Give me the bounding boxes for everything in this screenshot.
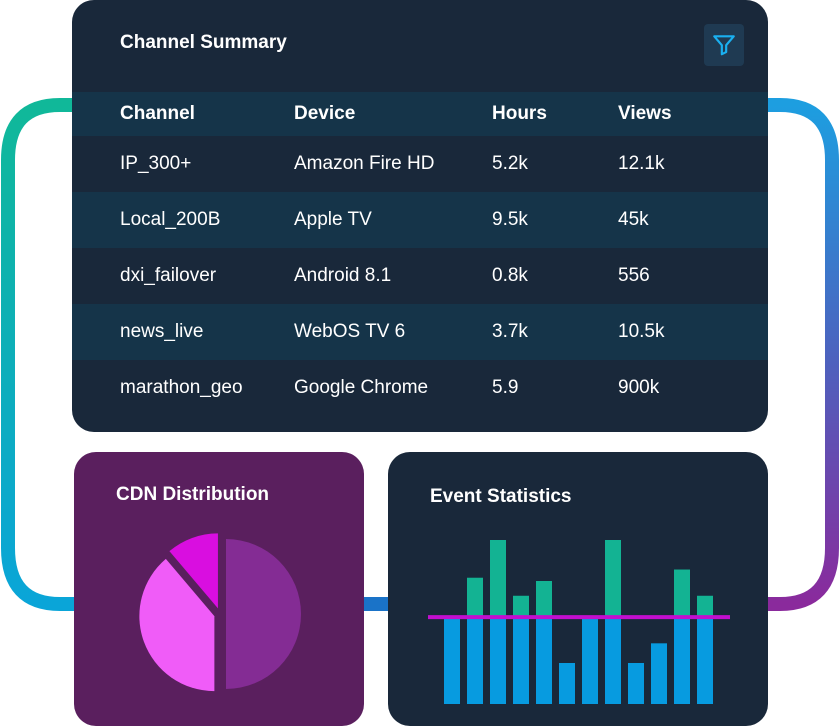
bar [582,617,598,704]
filter-icon [713,35,735,56]
event-bar-chart [428,540,730,704]
cell-device: Amazon Fire HD [294,153,435,174]
column-header-channel: Channel [120,103,195,124]
bar [651,643,667,704]
table-row: dxi_failover Android 8.1 0.8k 556 [72,248,768,304]
bar [467,618,483,704]
bar [490,618,506,704]
filter-button[interactable] [704,24,744,66]
cdn-pie-chart [139,533,301,692]
column-header-views: Views [618,103,672,124]
bar-top-segment [697,595,713,618]
bar [559,663,575,704]
channel-table: Channel Device Hours Views IP_300+ Amazo… [72,92,768,416]
table-row: IP_300+ Amazon Fire HD 5.2k 12.1k [72,136,768,192]
cell-channel: marathon_geo [120,377,243,398]
bar [628,663,644,704]
cell-device: Android 8.1 [294,265,392,286]
bar [513,617,529,704]
bar-top-segment [513,595,529,618]
bar [536,617,552,704]
bar-top-segment [467,577,483,619]
cell-views: 900k [618,377,660,398]
bar-top-segment [536,581,552,618]
table-row: marathon_geo Google Chrome 5.9 900k [72,360,768,416]
cell-hours: 3.7k [492,321,528,342]
table-header-row: Channel Device Hours Views [72,92,768,136]
cell-hours: 9.5k [492,209,528,230]
bar-top-segment [490,540,506,619]
table-row: news_live WebOS TV 6 3.7k 10.5k [72,304,768,360]
cell-views: 12.1k [618,153,665,174]
cell-views: 556 [618,265,650,286]
cell-hours: 0.8k [492,265,528,286]
cell-channel: Local_200B [120,209,221,230]
cell-views: 45k [618,209,649,230]
cell-device: WebOS TV 6 [294,321,406,342]
cell-device: Apple TV [294,209,372,230]
event-statistics-card: Event Statistics [388,452,768,726]
column-header-hours: Hours [492,103,547,124]
channel-summary-card: Channel Summary Channel Device Hours Vie… [72,0,768,432]
bar-top-segment [674,569,690,618]
cell-channel: dxi_failover [120,265,217,286]
bar-top-segment [605,540,621,619]
cell-channel: IP_300+ [120,153,192,174]
cell-device: Google Chrome [294,377,429,398]
channel-summary-title: Channel Summary [120,32,287,53]
cell-hours: 5.2k [492,153,528,174]
bar [697,617,713,704]
cell-channel: news_live [120,321,204,342]
bar [444,617,460,704]
cdn-distribution-card: CDN Distribution [74,452,364,726]
bar [605,618,621,704]
table-row: Local_200B Apple TV 9.5k 45k [72,192,768,248]
pie-slice [226,539,301,689]
cell-views: 10.5k [618,321,665,342]
column-header-device: Device [294,103,356,124]
cell-hours: 5.9 [492,377,519,398]
bar [674,617,690,704]
